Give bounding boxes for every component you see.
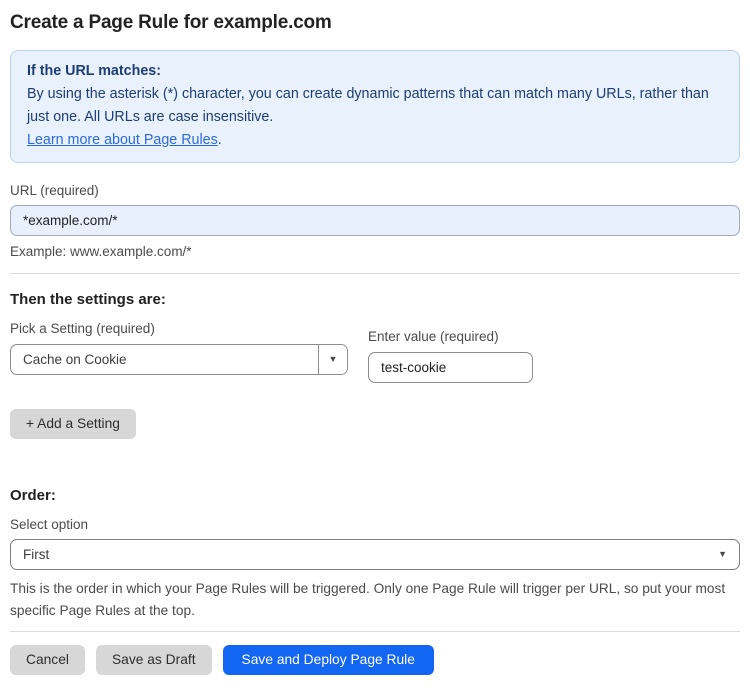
enter-value-label: Enter value (required) [368, 328, 499, 344]
order-help-text: This is the order in which your Page Rul… [10, 580, 726, 618]
pick-setting-label: Pick a Setting (required) [10, 320, 155, 336]
save-deploy-button[interactable]: Save and Deploy Page Rule [222, 644, 434, 675]
url-example-text: Example: www.example.com/* [10, 243, 192, 259]
cancel-button[interactable]: Cancel [10, 644, 85, 675]
info-box-body: By using the asterisk (*) character, you… [27, 85, 709, 125]
enter-value-column: Enter value (required) [368, 321, 533, 383]
learn-more-link[interactable]: Learn more about Page Rules [27, 132, 218, 148]
settings-row: Pick a Setting (required) Cache on Cooki… [10, 321, 740, 383]
url-input[interactable] [10, 204, 740, 236]
order-select[interactable]: First ▼ [10, 538, 740, 570]
order-section-heading: Order: [10, 486, 56, 504]
dropdown-arrow-button[interactable]: ▼ [318, 344, 347, 374]
section-divider [10, 272, 740, 274]
footer-actions: Cancel Save as Draft Save and Deploy Pag… [10, 644, 740, 675]
setting-value-input[interactable] [368, 351, 533, 383]
info-box-link-line: Learn more about Page Rules. [27, 129, 723, 152]
order-selected-value: First [23, 546, 50, 562]
link-suffix-text: . [217, 131, 222, 148]
pick-setting-column: Pick a Setting (required) Cache on Cooki… [10, 321, 348, 383]
chevron-down-icon: ▼ [328, 353, 338, 364]
save-draft-button[interactable]: Save as Draft [95, 644, 212, 675]
settings-section-heading: Then the settings are: [10, 290, 166, 308]
footer-divider [10, 630, 740, 632]
select-option-label: Select option [10, 516, 89, 532]
create-page-rule-form: Create a Page Rule for example.com If th… [10, 12, 740, 675]
url-field-label: URL (required) [10, 182, 99, 198]
pick-setting-dropdown[interactable]: Cache on Cookie ▼ [10, 343, 348, 375]
url-match-info-box: If the URL matches: By using the asteris… [10, 50, 740, 163]
chevron-down-icon: ▼ [718, 548, 727, 559]
info-box-heading: If the URL matches: [27, 63, 161, 79]
pick-setting-selected-value: Cache on Cookie [23, 351, 127, 367]
add-setting-button[interactable]: + Add a Setting [10, 408, 136, 439]
page-title: Create a Page Rule for example.com [10, 12, 332, 33]
